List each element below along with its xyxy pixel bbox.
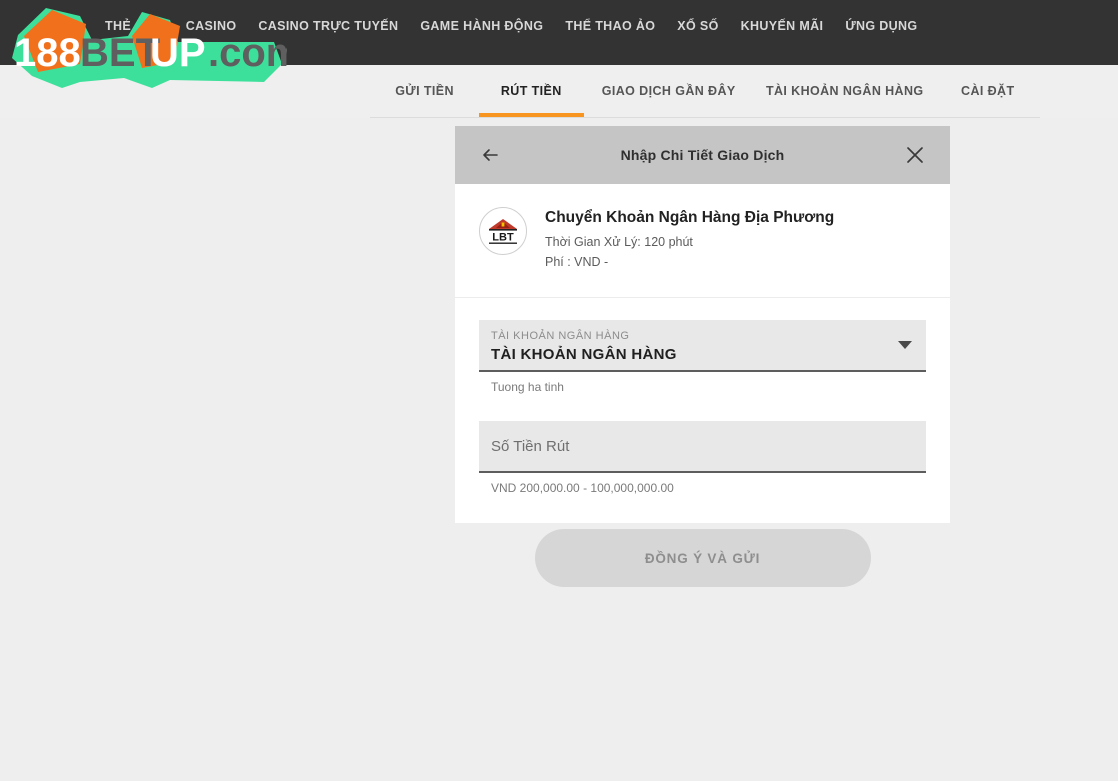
account-tabbar: GỬI TIỀN RÚT TIỀN GIAO DỊCH GẦN ĐÂY TÀI …: [370, 65, 1040, 118]
withdrawal-form: TÀI KHOẢN NGÂN HÀNG TÀI KHOẢN NGÂN HÀNG …: [455, 298, 950, 523]
arrow-left-icon: [483, 149, 498, 161]
tab-cai-dat[interactable]: CÀI ĐẶT: [936, 65, 1040, 117]
bank-logo-text: LBT: [492, 232, 514, 244]
nav-item-the-thao-ao[interactable]: THỂ THAO ẢO: [565, 19, 655, 33]
bank-logo: LBT: [479, 207, 527, 255]
modal-header: Nhập Chi Tiết Giao Dịch: [455, 126, 950, 184]
submit-region: ĐỒNG Ý VÀ GỬI: [455, 529, 950, 587]
withdrawal-amount-input[interactable]: [491, 437, 914, 455]
site-logo[interactable]: 188 BET UP .com: [2, 2, 301, 90]
confirm-and-submit-button[interactable]: ĐỒNG Ý VÀ GỬI: [534, 529, 871, 587]
nav-item-xo-so[interactable]: XỔ SỐ: [677, 19, 718, 33]
nav-item-game-hanh-dong[interactable]: GAME HÀNH ĐỘNG: [420, 19, 543, 33]
tab-giao-dich-gan-day[interactable]: GIAO DỊCH GẦN ĐÂY: [584, 65, 754, 117]
bank-account-select[interactable]: TÀI KHOẢN NGÂN HÀNG TÀI KHOẢN NGÂN HÀNG: [479, 319, 926, 372]
withdrawal-amount-field[interactable]: [479, 421, 926, 474]
site-header: THẺ CÀO CASINO CASINO TRỰC TUYẾN GAME HÀ…: [0, 0, 1118, 88]
tab-rut-tien[interactable]: RÚT TIỀN: [479, 65, 584, 117]
tab-tai-khoan-ngan-hang[interactable]: TÀI KHOẢN NGÂN HÀNG: [754, 65, 936, 117]
withdrawal-amount-helper-text: VND 200,000.00 - 100,000,000.00: [491, 481, 674, 496]
modal-body: LBT Chuyển Khoản Ngân Hàng Địa Phương Th…: [455, 184, 950, 524]
payment-method-processing-time: Thời Gian Xử Lý: 120 phút: [545, 235, 693, 250]
close-button[interactable]: [902, 142, 928, 168]
payment-method-fee: Phí : VND -: [545, 254, 609, 269]
payment-method-texts: Chuyển Khoản Ngân Hàng Địa Phương Thời G…: [545, 207, 834, 272]
tab-gui-tien[interactable]: GỬI TIỀN: [370, 65, 479, 117]
logo-text-bet: BET: [80, 31, 160, 75]
transaction-details-modal: Nhập Chi Tiết Giao Dịch LBT Chuyển Khoản…: [455, 126, 950, 524]
logo-text-com: .com: [208, 31, 287, 75]
payment-method-info: LBT Chuyển Khoản Ngân Hàng Địa Phương Th…: [455, 184, 950, 298]
chevron-down-icon[interactable]: [898, 340, 912, 349]
logo-text-188: 188: [14, 31, 81, 75]
logo-graphic: 188 BET UP .com: [12, 8, 301, 88]
bank-account-value: TÀI KHOẢN NGÂN HÀNG: [491, 346, 677, 364]
back-button[interactable]: [477, 142, 503, 168]
payment-method-name: Chuyển Khoản Ngân Hàng Địa Phương: [545, 209, 835, 226]
close-icon: [907, 147, 923, 163]
nav-item-ung-dung[interactable]: ỨNG DỤNG: [845, 19, 917, 33]
modal-title: Nhập Chi Tiết Giao Dịch: [620, 147, 785, 163]
bank-building-icon: LBT: [489, 219, 517, 244]
bank-account-helper-text: Tuong ha tinh: [491, 379, 564, 394]
bank-account-label: TÀI KHOẢN NGÂN HÀNG: [491, 329, 630, 342]
nav-item-khuyen-mai[interactable]: KHUYẾN MÃI: [741, 19, 824, 33]
logo-text-up: UP: [150, 31, 206, 75]
